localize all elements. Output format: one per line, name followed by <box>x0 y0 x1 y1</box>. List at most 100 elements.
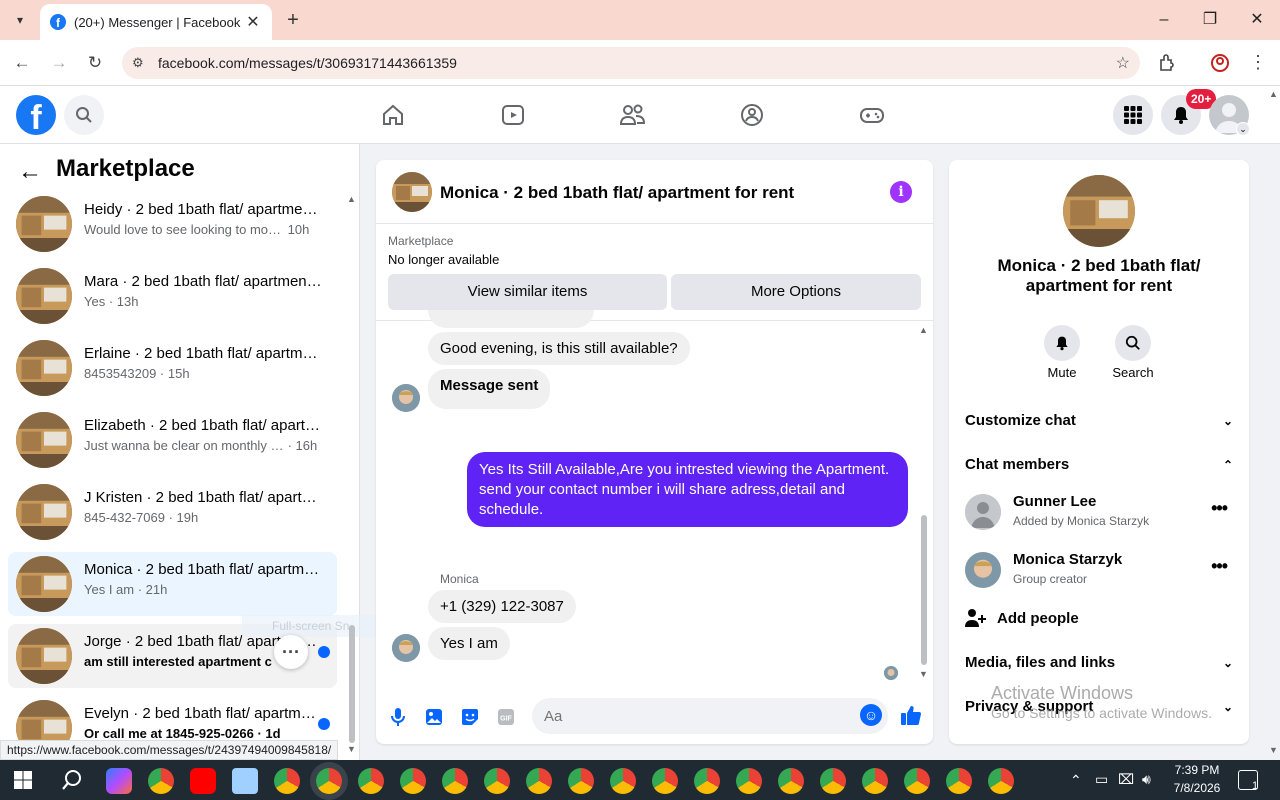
sidebar-scroll-down-icon[interactable]: ▼ <box>347 744 356 754</box>
menu-grid-button[interactable] <box>1113 95 1153 135</box>
close-tab-icon[interactable]: ✕ <box>244 12 262 32</box>
tab-search-chevron-icon[interactable]: ▾ <box>8 8 32 32</box>
outgoing-message-bubble[interactable]: Yes Its Still Available,Are you intreste… <box>467 452 908 527</box>
back-arrow-icon[interactable]: ← <box>18 158 46 186</box>
minimize-icon[interactable]: – <box>1152 8 1176 32</box>
chrome-window-icon[interactable] <box>652 768 678 794</box>
chrome-window-icon[interactable] <box>862 768 888 794</box>
profile-icon[interactable] <box>1209 52 1231 74</box>
emoji-icon[interactable]: ☺ <box>860 704 882 726</box>
video-icon[interactable] <box>499 101 527 129</box>
chrome-window-icon[interactable] <box>442 768 468 794</box>
more-options-button[interactable]: More Options <box>671 274 921 310</box>
chrome-window-icon[interactable] <box>274 768 300 794</box>
chat-scroll-down-icon[interactable]: ▼ <box>919 669 928 679</box>
conversation-item[interactable]: Elizabeth · 2 bed 1bath flat/ apartment … <box>8 408 337 472</box>
chrome-window-icon[interactable] <box>568 768 594 794</box>
chrome-window-icon[interactable] <box>988 768 1014 794</box>
paint-icon[interactable] <box>232 768 258 794</box>
tray-chevron-icon[interactable]: ⌃ <box>1070 772 1082 789</box>
chat-members-section[interactable]: Chat members ⌃ <box>965 456 1233 473</box>
search-conversation-button[interactable] <box>1115 325 1151 361</box>
sender-avatar[interactable] <box>392 384 420 412</box>
windows-start-icon[interactable] <box>14 771 32 789</box>
gif-icon[interactable]: GIF <box>495 706 517 728</box>
conversation-more-options-button[interactable]: ··· <box>274 635 308 669</box>
bookmark-star-icon[interactable]: ☆ <box>1116 53 1130 73</box>
info-icon[interactable]: i <box>890 181 912 203</box>
gaming-icon[interactable] <box>858 101 886 129</box>
chrome-window-icon[interactable] <box>316 768 342 794</box>
message-bubble[interactable]: +1 (329) 122-3087 <box>428 590 576 623</box>
page-scroll-down-icon[interactable]: ▼ <box>1269 745 1278 755</box>
member-row[interactable]: Monica Starzyk Group creator ••• <box>965 548 1233 592</box>
customize-chat-section[interactable]: Customize chat ⌄ <box>965 412 1233 429</box>
groups-icon[interactable] <box>738 101 766 129</box>
sidebar-scroll-up-icon[interactable]: ▲ <box>347 194 356 204</box>
member-name[interactable]: Monica Starzyk <box>1013 551 1122 568</box>
member-row[interactable]: Gunner Lee Added by Monica Starzyk ••• <box>965 490 1233 534</box>
member-avatar[interactable] <box>965 494 1001 530</box>
friends-icon[interactable] <box>619 101 647 129</box>
conversation-item[interactable]: Heidy · 2 bed 1bath flat/ apartment for … <box>8 192 337 256</box>
photo-icon[interactable] <box>423 706 445 728</box>
site-info-icon[interactable]: ⚙ <box>132 55 150 71</box>
chat-scroll-up-icon[interactable]: ▲ <box>919 325 928 335</box>
browser-tab[interactable]: f (20+) Messenger | Facebook ✕ <box>40 4 272 40</box>
page-scroll-up-icon[interactable]: ▲ <box>1269 89 1278 99</box>
mute-button[interactable] <box>1044 325 1080 361</box>
reload-icon[interactable]: ↻ <box>83 51 107 75</box>
account-chevron-icon[interactable]: ⌄ <box>1236 122 1250 136</box>
clock-time[interactable]: 7:39 PM <box>1168 763 1226 777</box>
forward-icon[interactable]: → <box>47 51 71 75</box>
chrome-window-icon[interactable] <box>820 768 846 794</box>
sticker-icon[interactable] <box>459 706 481 728</box>
chrome-window-icon[interactable] <box>526 768 552 794</box>
facebook-search-button[interactable] <box>64 95 104 135</box>
conversation-item[interactable]: Erlaine · 2 bed 1bath flat/ apartment fo… <box>8 336 337 400</box>
tray-device-icon[interactable]: ▭ <box>1095 771 1108 788</box>
chrome-icon[interactable] <box>148 768 174 794</box>
home-icon[interactable] <box>379 101 407 129</box>
sidebar-scrollbar-thumb[interactable] <box>349 625 355 743</box>
chrome-window-icon[interactable] <box>694 768 720 794</box>
details-avatar[interactable] <box>1063 175 1135 247</box>
member-options-icon[interactable]: ••• <box>1211 498 1228 519</box>
conversation-item[interactable]: J Kristen · 2 bed 1bath flat/ apartment … <box>8 480 337 544</box>
message-bubble[interactable]: Good evening, is this still available? <box>428 332 690 365</box>
chat-scrollbar-thumb[interactable] <box>921 515 927 665</box>
member-name[interactable]: Gunner Lee <box>1013 493 1096 510</box>
browser-menu-icon[interactable]: ⋮ <box>1248 52 1268 74</box>
youtube-icon[interactable] <box>190 768 216 794</box>
sender-avatar[interactable] <box>392 634 420 662</box>
member-avatar[interactable] <box>965 552 1001 588</box>
extensions-icon[interactable] <box>1156 52 1178 74</box>
close-window-icon[interactable]: ✕ <box>1245 8 1269 32</box>
volume-icon[interactable]: 🔊︎ <box>1142 771 1151 788</box>
conversation-item[interactable]: Mara · 2 bed 1bath flat/ apartment for r… <box>8 264 337 328</box>
add-people-button[interactable]: Add people <box>965 608 1079 628</box>
view-similar-items-button[interactable]: View similar items <box>388 274 667 310</box>
restore-icon[interactable]: ❐ <box>1198 8 1222 32</box>
message-bubble[interactable]: Yes I am <box>428 627 510 660</box>
facebook-logo-icon[interactable]: f <box>16 95 56 135</box>
back-icon[interactable]: ← <box>10 51 34 75</box>
taskbar-search-icon[interactable] <box>61 769 83 791</box>
chrome-window-icon[interactable] <box>484 768 510 794</box>
network-icon[interactable]: ⌧ <box>1118 771 1134 788</box>
message-input[interactable] <box>532 698 888 734</box>
new-tab-icon[interactable]: + <box>282 9 304 31</box>
url-text[interactable]: facebook.com/messages/t/3069317144366135… <box>158 55 1116 71</box>
chrome-window-icon[interactable] <box>400 768 426 794</box>
chrome-window-icon[interactable] <box>736 768 762 794</box>
thumbs-up-icon[interactable] <box>900 704 922 726</box>
chrome-window-icon[interactable] <box>946 768 972 794</box>
chrome-window-icon[interactable] <box>610 768 636 794</box>
chrome-window-icon[interactable] <box>904 768 930 794</box>
media-files-section[interactable]: Media, files and links ⌄ <box>965 654 1233 671</box>
member-options-icon[interactable]: ••• <box>1211 556 1228 577</box>
chrome-window-icon[interactable] <box>358 768 384 794</box>
copilot-icon[interactable] <box>106 768 132 794</box>
clock-date[interactable]: 7/8/2026 <box>1168 781 1226 795</box>
chat-title[interactable]: Monica · 2 bed 1bath flat/ apartment for… <box>440 183 794 203</box>
